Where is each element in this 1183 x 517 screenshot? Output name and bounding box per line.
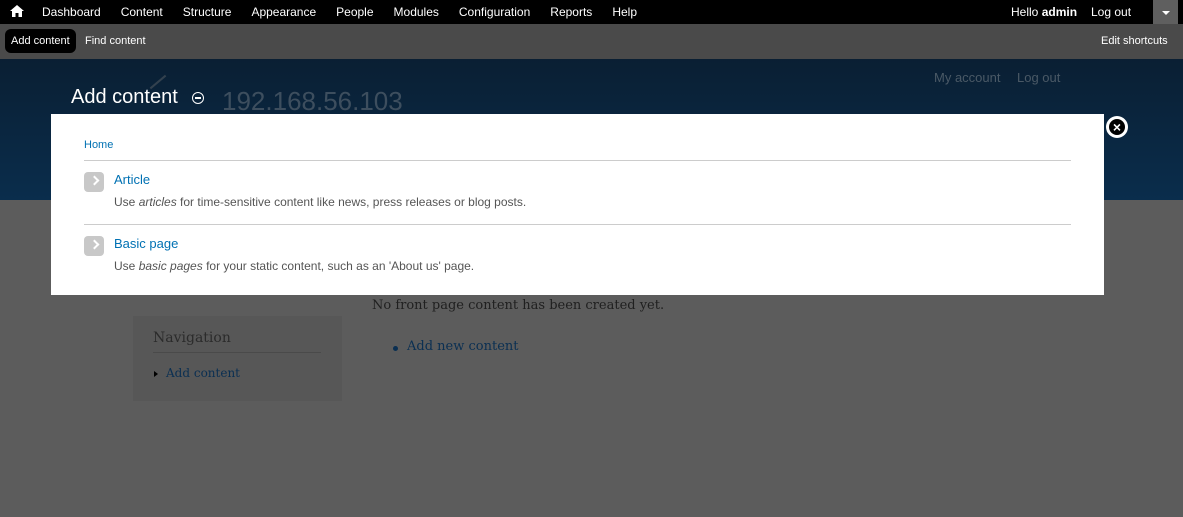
bullet-arrow-icon: [154, 371, 158, 377]
chevron-right-icon[interactable]: [84, 236, 104, 256]
edit-shortcuts-link[interactable]: Edit shortcuts: [1101, 24, 1168, 59]
menu-item-reports[interactable]: Reports: [550, 0, 592, 24]
navigation-title: Navigation: [153, 330, 231, 346]
divider: [84, 224, 1071, 225]
admin-menu: Dashboard Content Structure Appearance P…: [42, 0, 657, 24]
navigation-divider: [153, 352, 321, 353]
menu-item-people[interactable]: People: [336, 0, 373, 24]
content-type-basic-page[interactable]: Basic page: [114, 236, 178, 251]
list-bullet: [393, 346, 398, 351]
add-content-overlay: Home Article Use articles for time-sensi…: [51, 114, 1104, 295]
shortcut-find-content[interactable]: Find content: [85, 24, 146, 59]
menu-item-appearance[interactable]: Appearance: [251, 0, 316, 24]
empty-front-page-message: No front page content has been created y…: [372, 298, 665, 313]
menu-item-help[interactable]: Help: [612, 0, 637, 24]
close-icon: ×: [1109, 119, 1125, 135]
basic-page-description: Use basic pages for your static content,…: [114, 259, 474, 273]
header-logout-link[interactable]: Log out: [1017, 70, 1060, 85]
desc-prefix: Use: [114, 259, 139, 273]
home-icon[interactable]: [9, 3, 25, 19]
desc-prefix: Use: [114, 195, 139, 209]
navigation-block: Navigation Add content: [133, 316, 342, 401]
toolbar-logout-link[interactable]: Log out: [1091, 0, 1131, 24]
divider: [84, 160, 1071, 161]
overlay-title: Add content: [71, 86, 178, 108]
remove-shortcut-icon[interactable]: [192, 92, 204, 104]
site-name: 192.168.56.103: [222, 86, 403, 116]
article-description: Use articles for time-sensitive content …: [114, 195, 526, 209]
add-new-content-link[interactable]: Add new content: [407, 339, 518, 354]
chevron-right-icon[interactable]: [84, 172, 104, 192]
shortcuts-toggle-button[interactable]: [1153, 0, 1178, 24]
greeting-text: Hello: [1011, 5, 1042, 19]
nav-add-content-link[interactable]: Add content: [166, 366, 240, 380]
desc-emphasis: basic pages: [138, 259, 203, 273]
content-type-article[interactable]: Article: [114, 172, 150, 187]
desc-suffix: for time-sensitive content like news, pr…: [176, 195, 527, 209]
admin-toolbar: Dashboard Content Structure Appearance P…: [0, 0, 1183, 24]
desc-emphasis: articles: [138, 195, 177, 209]
menu-item-configuration[interactable]: Configuration: [459, 0, 530, 24]
breadcrumb-home[interactable]: Home: [84, 139, 113, 151]
desc-suffix: for your static content, such as an 'Abo…: [202, 259, 475, 273]
username[interactable]: admin: [1042, 5, 1077, 19]
user-greeting: Hello admin: [1011, 0, 1077, 24]
menu-item-content[interactable]: Content: [121, 0, 163, 24]
shortcut-add-content[interactable]: Add content: [5, 29, 76, 53]
menu-item-modules[interactable]: Modules: [394, 0, 439, 24]
menu-item-structure[interactable]: Structure: [183, 0, 232, 24]
close-overlay-button[interactable]: ×: [1106, 116, 1128, 138]
shortcuts-bar: Add content Find content Edit shortcuts: [0, 24, 1183, 59]
my-account-link[interactable]: My account: [934, 70, 1000, 85]
menu-item-dashboard[interactable]: Dashboard: [42, 0, 101, 24]
